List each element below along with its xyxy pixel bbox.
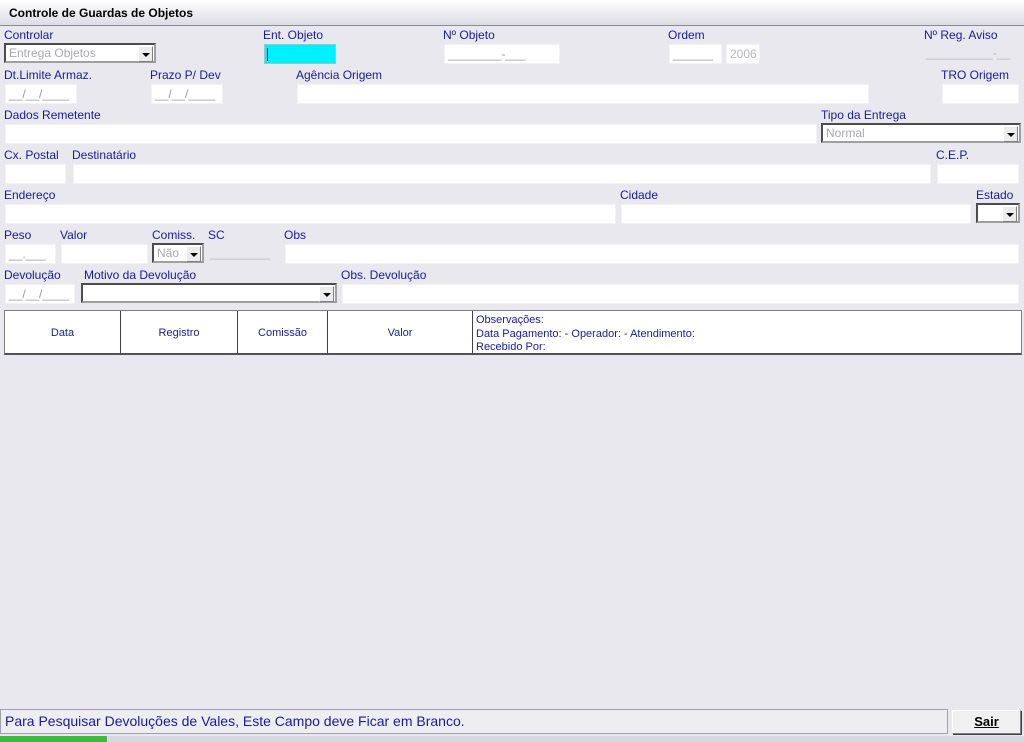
cep-label: C.E.P.: [936, 148, 970, 162]
cx-postal-label: Cx. Postal: [4, 148, 59, 162]
estado-label: Estado: [976, 188, 1014, 202]
payments-grid[interactable]: Data Registro Comissão Valor Observações…: [4, 310, 1022, 355]
chevron-down-icon[interactable]: [186, 246, 201, 262]
sc-input[interactable]: _________: [210, 246, 270, 260]
observacoes-label: Observações:: [476, 314, 544, 326]
comiss-label: Comiss.: [152, 228, 196, 242]
num-objeto-input[interactable]: ________-___: [444, 44, 560, 64]
chevron-down-icon[interactable]: [1002, 206, 1017, 222]
cidade-label: Cidade: [620, 188, 659, 202]
cep-input[interactable]: [937, 164, 1019, 184]
peso-label: Peso: [4, 228, 32, 242]
destinatario-label: Destinatário: [72, 148, 137, 162]
endereco-label: Endereço: [4, 188, 56, 202]
tro-origem-input[interactable]: [942, 84, 1019, 104]
comiss-value: Não: [157, 246, 180, 260]
peso-input[interactable]: __.___: [5, 244, 56, 264]
ordem-label: Ordem: [668, 28, 705, 42]
num-reg-aviso-input[interactable]: __________-__: [926, 46, 1010, 60]
cx-postal-input[interactable]: [5, 164, 66, 184]
prazo-dev-label: Prazo P/ Dev: [150, 68, 221, 82]
grid-observations: Observações: Data Pagamento: - Operador:…: [476, 314, 695, 355]
grid-header-registro[interactable]: Registro: [121, 311, 238, 354]
estado-select[interactable]: [976, 203, 1020, 223]
dt-limite-label: Dt.Limite Armaz.: [4, 68, 93, 82]
sc-label: SC: [208, 228, 225, 242]
controlar-value: Entrega Objetos: [9, 46, 96, 60]
dados-remetente-input[interactable]: [5, 124, 817, 144]
status-message: Para Pesquisar Devoluções de Vales, Este…: [0, 709, 948, 734]
num-objeto-label: Nº Objeto: [443, 28, 495, 42]
bottom-strip: [0, 736, 1024, 742]
ordem-input[interactable]: ______: [669, 44, 722, 64]
grid-header-valor[interactable]: Valor: [328, 311, 473, 354]
obs-devolucao-input[interactable]: [342, 284, 1019, 304]
grid-header-comissao[interactable]: Comissão: [238, 311, 328, 354]
dados-remetente-label: Dados Remetente: [4, 108, 101, 122]
motivo-devolucao-label: Motivo da Devolução: [84, 268, 197, 282]
valor-label: Valor: [60, 228, 88, 242]
motivo-devolucao-select[interactable]: [81, 283, 337, 303]
obs-devolucao-label: Obs. Devolução: [341, 268, 427, 282]
valor-input[interactable]: [61, 244, 148, 264]
obs-label: Obs: [284, 228, 307, 242]
dt-limite-input[interactable]: __/__/____: [5, 84, 77, 104]
sair-button[interactable]: Sair: [952, 710, 1021, 734]
devolucao-label: Devolução: [4, 268, 61, 282]
tipo-entrega-value: Normal: [826, 126, 865, 140]
prazo-dev-input[interactable]: __/__/____: [151, 84, 223, 104]
tipo-entrega-label: Tipo da Entrega: [821, 108, 906, 122]
chevron-down-icon[interactable]: [138, 46, 153, 62]
endereco-input[interactable]: [5, 204, 616, 224]
grid-header-data[interactable]: Data: [5, 311, 121, 354]
controlar-label: Controlar: [4, 28, 54, 42]
destinatario-input[interactable]: [73, 164, 931, 184]
chevron-down-icon[interactable]: [1003, 126, 1018, 142]
pagamento-line: Data Pagamento: - Operador: - Atendiment…: [476, 327, 695, 340]
chevron-down-icon[interactable]: [319, 286, 334, 302]
ordem-year-field: 2006: [726, 44, 760, 64]
comiss-select[interactable]: Não: [152, 243, 204, 263]
agencia-origem-input[interactable]: [297, 84, 869, 104]
progress-segment: [0, 736, 108, 742]
devolucao-input[interactable]: __/__/____: [5, 284, 75, 304]
tipo-entrega-select[interactable]: Normal: [821, 123, 1021, 143]
title-bar: Controle de Guardas de Objetos: [0, 0, 1024, 26]
controlar-select[interactable]: Entrega Objetos: [4, 43, 156, 63]
ent-objeto-input[interactable]: [264, 44, 336, 64]
agencia-origem-label: Agência Origem: [296, 68, 383, 82]
obs-input[interactable]: [285, 244, 1019, 264]
tro-origem-label: TRO Origem: [941, 68, 1010, 82]
ent-objeto-label: Ent. Objeto: [263, 28, 324, 42]
text-caret: [267, 48, 268, 61]
window-title: Controle de Guardas de Objetos: [9, 6, 194, 20]
recebido-label: Recebido Por:: [476, 341, 546, 353]
cidade-input[interactable]: [621, 204, 971, 224]
num-reg-aviso-label: Nº Reg. Aviso: [924, 28, 998, 42]
